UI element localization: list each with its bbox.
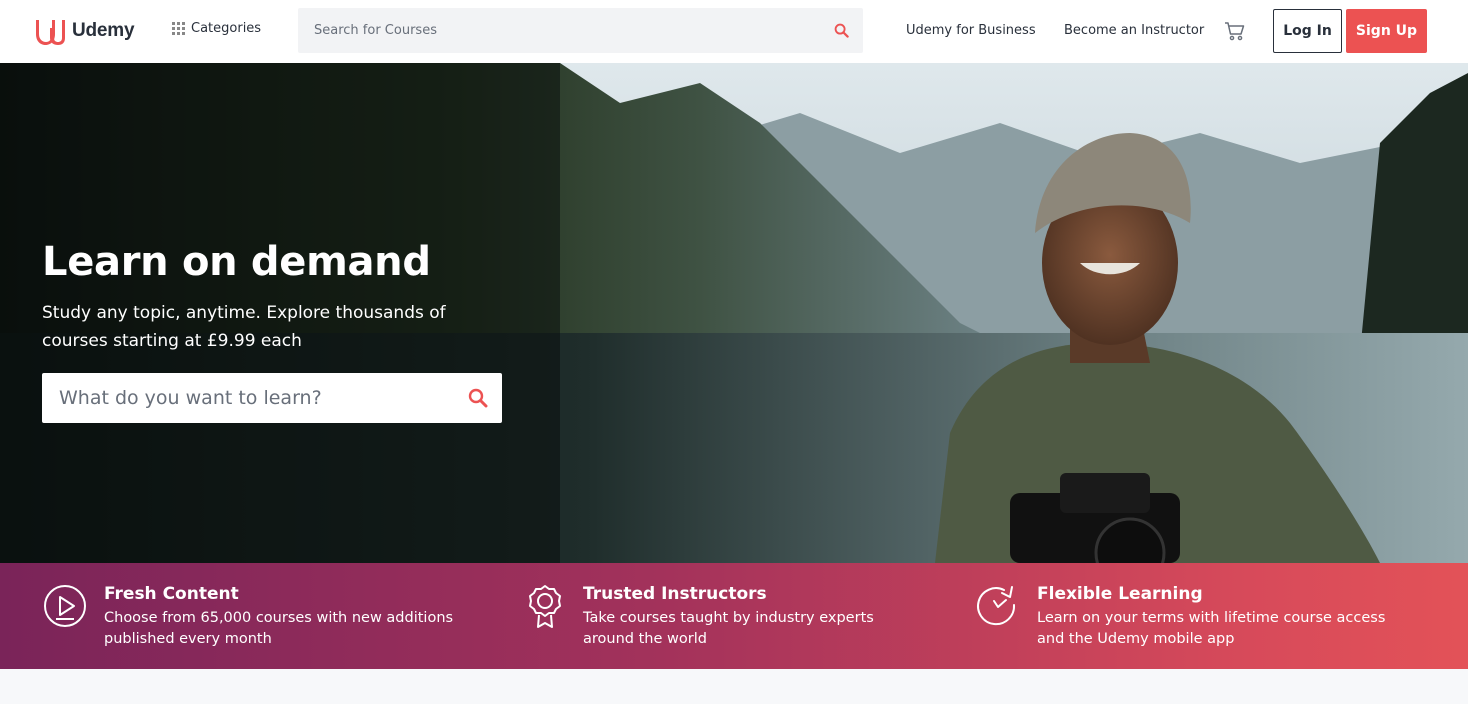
award-ribbon-icon — [529, 585, 561, 628]
hero-title: Learn on demand — [42, 239, 431, 285]
hero-search — [42, 373, 502, 423]
brand-name: Udemy — [72, 20, 135, 41]
feature-title: Flexible Learning — [1037, 584, 1203, 604]
shopping-cart-icon[interactable] — [1224, 20, 1246, 42]
feature-title: Fresh Content — [104, 584, 239, 604]
top-nav-bar: Udemy Categories Udemy for Business Beco… — [0, 0, 1468, 63]
feature-description: Choose from 65,000 courses with new addi… — [104, 610, 454, 647]
refresh-clock-icon — [977, 586, 1016, 626]
feature-description: Learn on your terms with lifetime course… — [1037, 610, 1386, 647]
hero-banner: Learn on demand Study any topic, anytime… — [0, 63, 1468, 563]
feature-description: Take courses taught by industry experts … — [583, 610, 874, 647]
feature-title: Trusted Instructors — [583, 584, 767, 604]
grid-icon — [172, 21, 186, 36]
hero-search-input[interactable] — [42, 373, 442, 423]
header-search — [298, 8, 863, 53]
search-icon[interactable] — [834, 23, 849, 38]
udemy-for-business-link[interactable]: Udemy for Business — [906, 23, 1036, 38]
login-button[interactable]: Log In — [1273, 9, 1342, 53]
categories-menu[interactable]: Categories — [172, 21, 261, 36]
play-circle-icon — [44, 585, 86, 627]
udemy-logo-icon — [36, 20, 65, 45]
signup-button[interactable]: Sign Up — [1346, 9, 1427, 53]
categories-label: Categories — [191, 21, 262, 36]
page-content-area — [0, 669, 1468, 704]
become-instructor-link[interactable]: Become an Instructor — [1064, 23, 1204, 38]
header-search-input[interactable] — [298, 8, 818, 53]
hero-subtitle: Study any topic, anytime. Explore thousa… — [42, 303, 446, 351]
udemy-logo[interactable]: Udemy — [30, 13, 135, 49]
search-icon[interactable] — [468, 388, 488, 408]
features-band: Fresh Content Choose from 65,000 courses… — [0, 563, 1468, 669]
